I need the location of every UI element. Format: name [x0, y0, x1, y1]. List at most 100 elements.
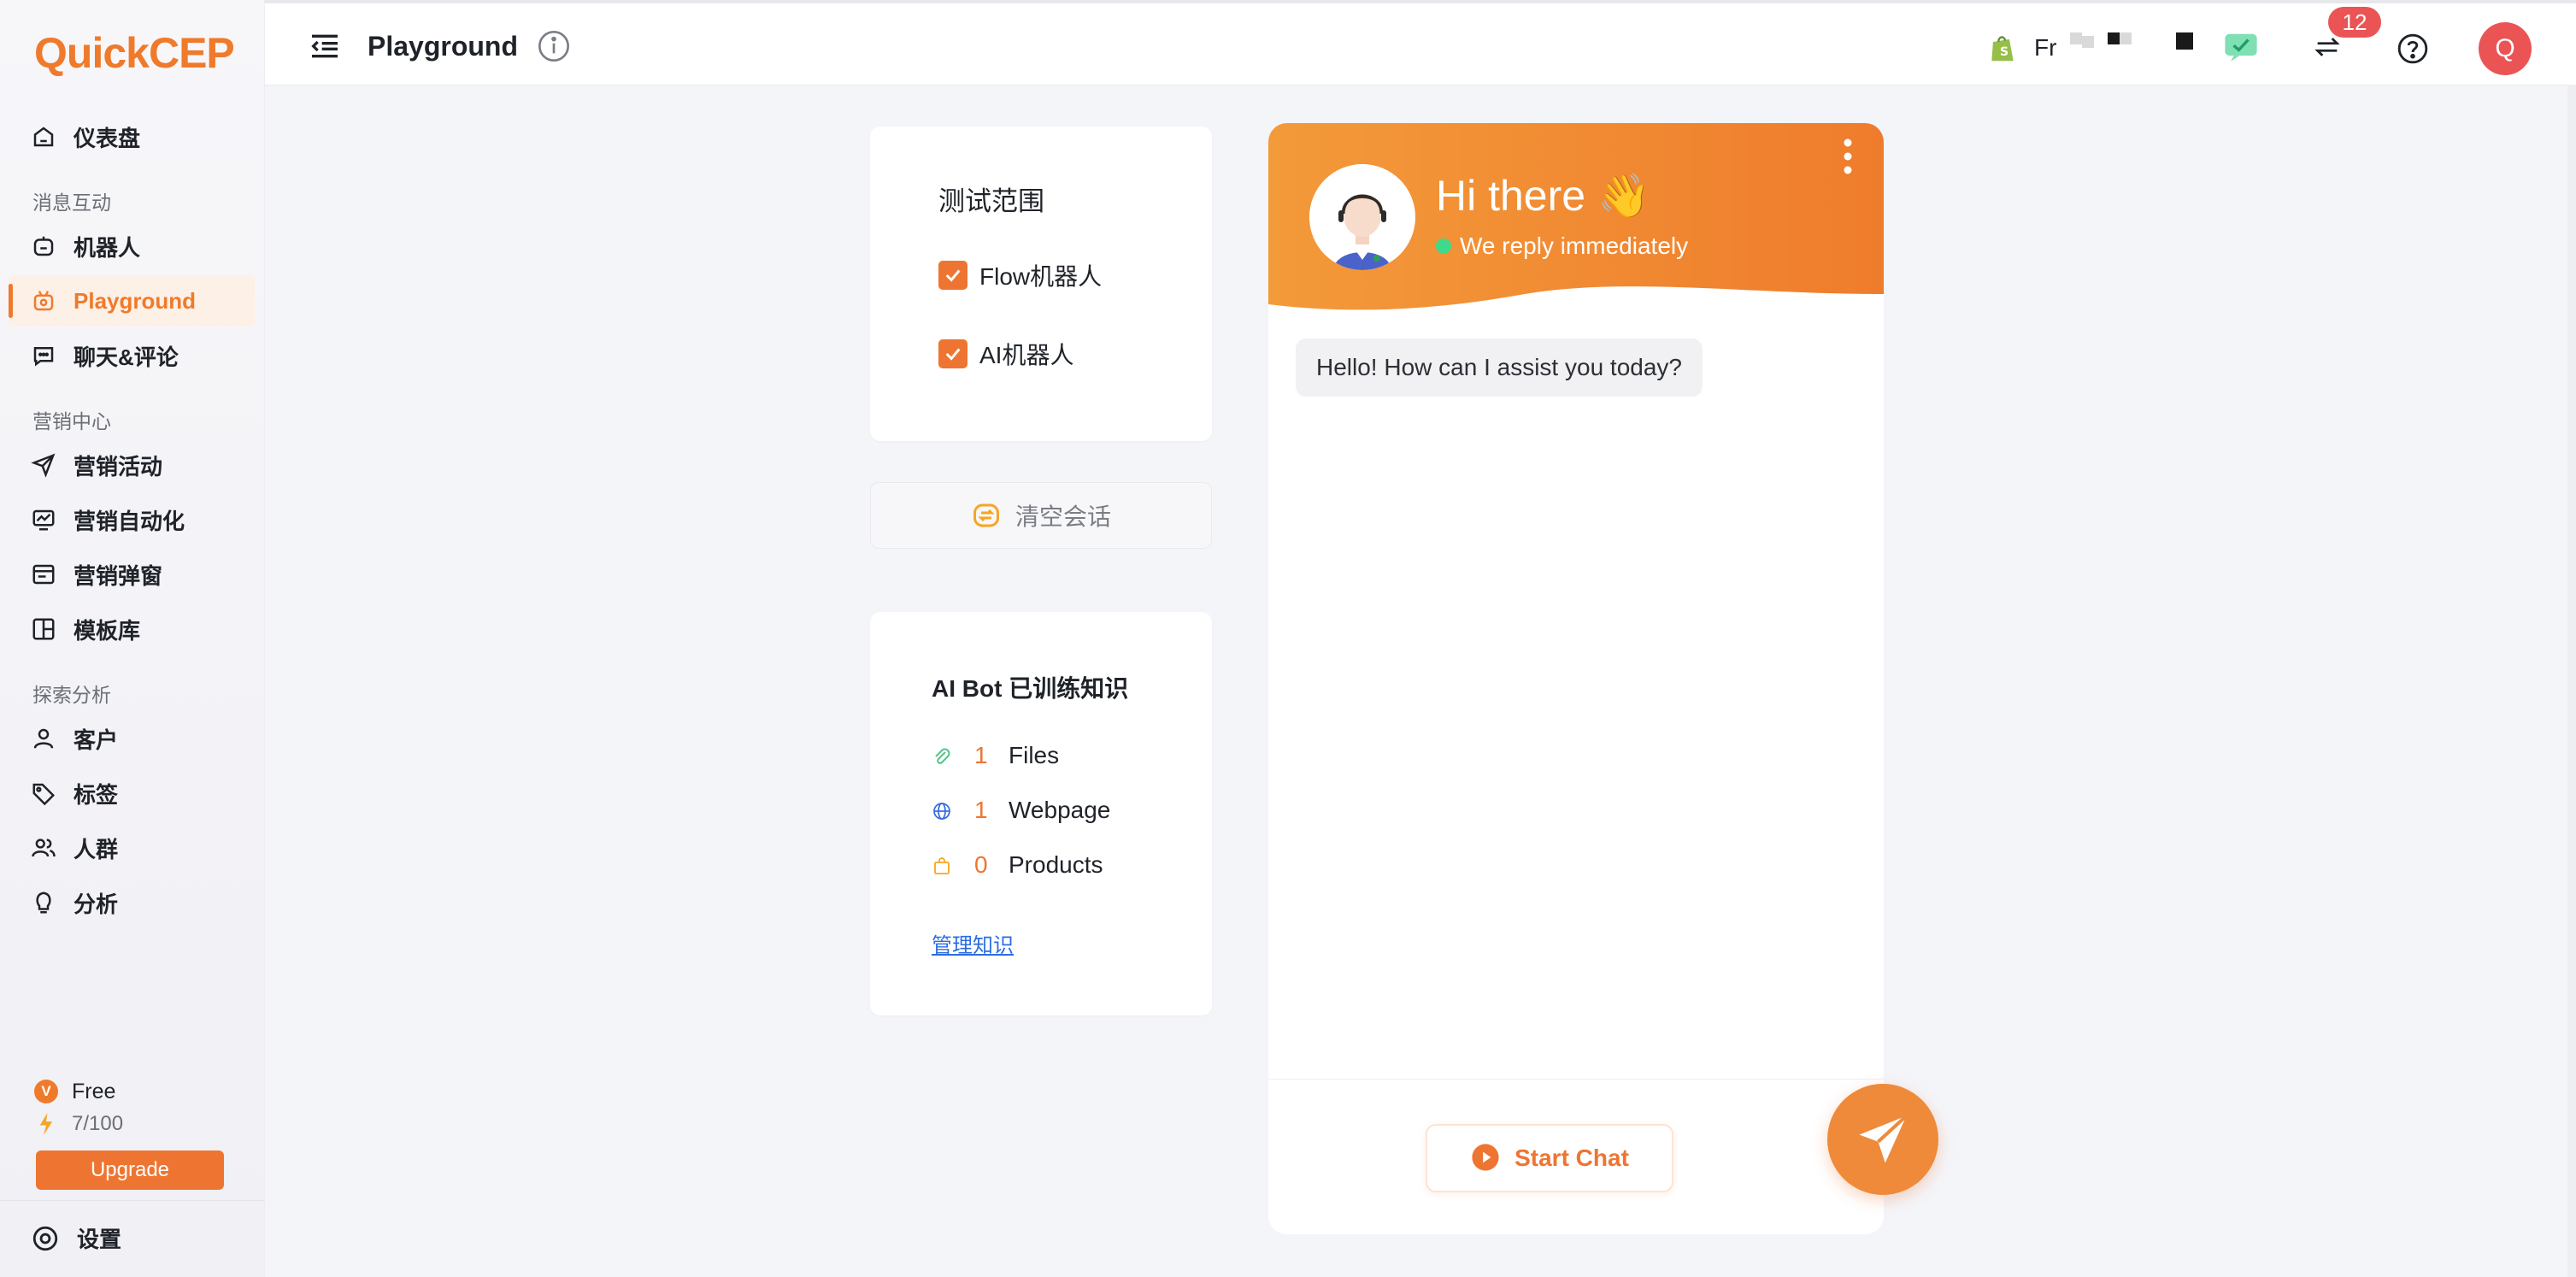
section-label-messaging: 消息互动 [32, 191, 111, 214]
lightning-icon [34, 1113, 58, 1135]
send-icon [29, 450, 58, 480]
sidebar-item-popups[interactable]: 营销弹窗 [9, 549, 255, 600]
agent-avatar [1309, 164, 1415, 270]
sidebar-item-campaigns[interactable]: 营销活动 [9, 439, 255, 491]
chat-widget-preview: Hi there 👋 We reply immediately Hello! H… [1268, 123, 1884, 1234]
flow-bot-checkbox[interactable]: Flow机器人 [938, 258, 1102, 292]
sidebar-item-label: 营销弹窗 [74, 562, 163, 589]
upgrade-button[interactable]: Upgrade [36, 1150, 224, 1190]
chat-status: We reply immediately [1436, 232, 1688, 260]
sidebar-item-templates[interactable]: 模板库 [9, 603, 255, 655]
products-label: Products [1009, 851, 1103, 878]
messages-icon[interactable] [2222, 31, 2260, 63]
section-label-marketing: 营销中心 [32, 410, 111, 433]
paperclip-icon [932, 745, 952, 766]
bulb-icon [29, 888, 58, 917]
sidebar-item-label: 聊天&评论 [74, 344, 179, 370]
plan-usage: 7/100 [72, 1112, 124, 1135]
plan-badge: V [34, 1080, 58, 1103]
files-count: 1 [974, 742, 988, 768]
play-icon [1470, 1143, 1501, 1174]
start-chat-label: Start Chat [1514, 1145, 1629, 1171]
chat-launcher-button[interactable] [1827, 1084, 1938, 1195]
home-icon [29, 122, 58, 151]
sidebar-item-automation[interactable]: 营销自动化 [9, 494, 255, 545]
redacted-block [2176, 32, 2193, 50]
sidebar-item-label: 模板库 [74, 617, 141, 644]
knowledge-title: AI Bot 已训练知识 [932, 675, 1129, 702]
flow-bot-label: Flow机器人 [979, 263, 1103, 290]
chat-header: Hi there 👋 We reply immediately [1268, 123, 1884, 320]
sidebar-item-playground[interactable]: Playground [9, 275, 255, 327]
sidebar-item-label: 仪表盘 [74, 125, 141, 151]
plan-info: V Free 7/100 [34, 1075, 123, 1140]
sidebar-item-label: 营销活动 [74, 453, 163, 480]
page-scrollbar[interactable] [2567, 85, 2576, 1277]
products-count: 0 [974, 851, 988, 878]
sidebar-item-bots[interactable]: 机器人 [9, 221, 255, 272]
sidebar-item-label: 人群 [74, 836, 119, 862]
quickcep-logo[interactable]: QuickCEP [34, 26, 235, 80]
sidebar-divider [0, 1200, 265, 1201]
ai-bot-checkbox[interactable]: AI机器人 [938, 337, 1073, 371]
sidebar-item-label: 机器人 [74, 234, 141, 261]
sidebar-item-dashboard[interactable]: 仪表盘 [9, 111, 255, 162]
checkbox-checked-icon[interactable] [938, 261, 967, 290]
chat-status-text: We reply immediately [1460, 232, 1689, 259]
help-icon[interactable] [2397, 32, 2429, 65]
logo-q: Q [34, 29, 68, 77]
clear-conversation-button[interactable]: 清空会话 [870, 482, 1212, 549]
sidebar-item-label: 标签 [74, 781, 119, 808]
sidebar-item-label: 客户 [74, 727, 119, 753]
sidebar-item-label: 营销自动化 [74, 508, 185, 534]
trained-knowledge-card: AI Bot 已训练知识 1 Files 1 Webpage 0 Product… [870, 612, 1212, 1015]
redacted-block [2108, 32, 2120, 44]
globe-icon [932, 800, 952, 821]
switch-icon[interactable] [2313, 32, 2342, 62]
notification-badge[interactable]: 12 [2328, 7, 2381, 38]
checkbox-checked-icon[interactable] [938, 339, 967, 368]
redacted-block [2120, 32, 2132, 44]
playground-icon [29, 286, 58, 315]
user-avatar[interactable]: Q [2479, 22, 2532, 75]
info-icon[interactable] [537, 29, 571, 63]
files-label: Files [1009, 742, 1060, 768]
shop-name[interactable]: Fr [2034, 34, 2056, 62]
manage-knowledge-link[interactable]: 管理知识 [932, 928, 1014, 958]
plan-name: Free [72, 1079, 116, 1103]
settings-icon [31, 1224, 60, 1253]
refresh-icon [971, 500, 1002, 531]
sidebar: QuickCEP 仪表盘 消息互动 机器人 Playground 聊天&评论 营… [0, 0, 265, 1277]
page-title: Playground [368, 31, 519, 62]
sidebar-item-chats[interactable]: 聊天&评论 [9, 330, 255, 381]
template-icon [29, 615, 58, 644]
automation-icon [29, 505, 58, 534]
shopify-icon: S [1986, 32, 2019, 65]
settings-label: 设置 [77, 1227, 122, 1252]
menu-collapse-icon[interactable] [308, 29, 342, 63]
start-chat-button[interactable]: Start Chat [1426, 1124, 1673, 1192]
test-scope-card: 测试范围 Flow机器人 AI机器人 [870, 127, 1212, 441]
sidebar-item-analysis[interactable]: 分析 [9, 877, 255, 928]
webpage-count: 1 [974, 797, 988, 823]
sidebar-item-segments[interactable]: 人群 [9, 822, 255, 874]
knowledge-row-files: 1 Files [932, 742, 1059, 769]
popup-icon [29, 560, 58, 589]
chat-icon [29, 341, 58, 370]
sidebar-item-label: 分析 [74, 891, 119, 917]
sidebar-item-settings[interactable]: 设置 [31, 1222, 121, 1254]
users-icon [29, 833, 58, 862]
more-options-icon[interactable] [1841, 137, 1855, 176]
user-icon [29, 724, 58, 753]
knowledge-row-products: 0 Products [932, 851, 1103, 879]
sidebar-item-customers[interactable]: 客户 [9, 713, 255, 764]
tag-icon [29, 779, 58, 808]
clear-conversation-label: 清空会话 [1015, 503, 1111, 530]
chat-greeting: Hi there 👋 [1436, 172, 1651, 220]
chat-footer: Start Chat [1268, 1079, 1884, 1234]
section-label-analytics: 探索分析 [32, 684, 111, 706]
webpage-label: Webpage [1009, 797, 1111, 823]
logo-text: uickCEP [66, 29, 235, 77]
svg-text:S: S [2000, 45, 2008, 59]
sidebar-item-tags[interactable]: 标签 [9, 768, 255, 819]
